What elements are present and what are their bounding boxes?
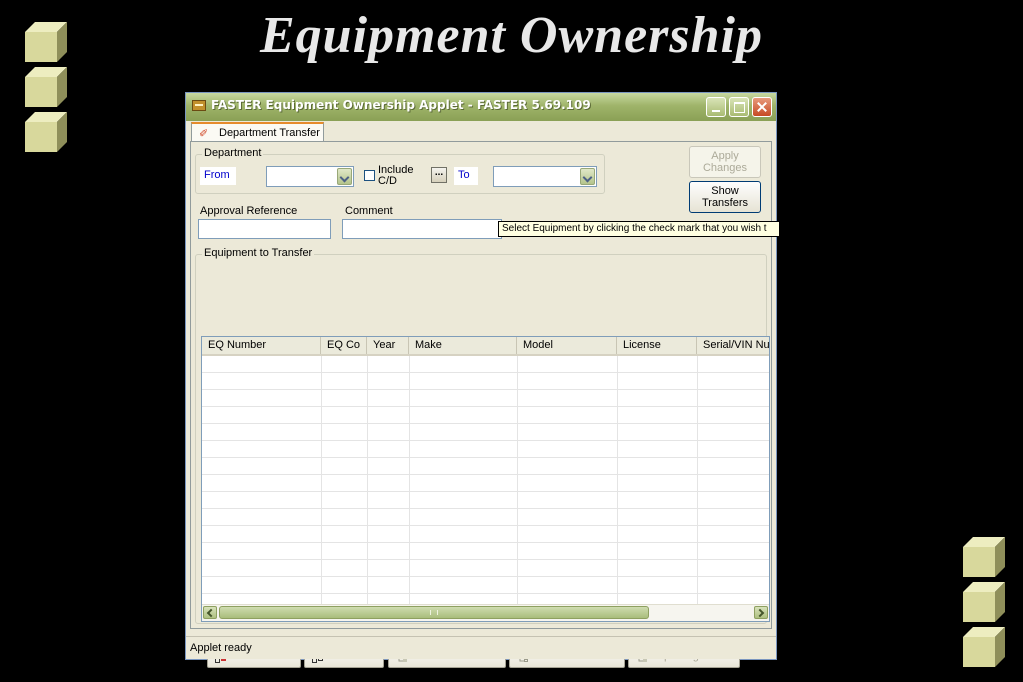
column-header-year[interactable]: Year: [367, 337, 409, 354]
applet-window: FASTER Equipment Ownership Applet - FAST…: [185, 92, 777, 668]
tab-panel: Department From Include C/D ... To Apply…: [190, 141, 772, 668]
chevron-down-icon[interactable]: [580, 168, 595, 185]
chevron-down-icon[interactable]: [337, 168, 352, 185]
column-divider: [409, 356, 410, 621]
comment-input[interactable]: [342, 219, 502, 239]
paperclip-icon: ✐: [199, 128, 209, 140]
to-combobox[interactable]: [493, 166, 597, 187]
column-divider: [697, 356, 698, 621]
column-header-eq-co[interactable]: EQ Co: [321, 337, 367, 354]
column-divider: [617, 356, 618, 621]
department-group: Department From Include C/D ... To: [195, 147, 605, 194]
column-divider: [367, 356, 368, 621]
decorative-cube-icon: [25, 67, 67, 107]
horizontal-scrollbar[interactable]: [202, 604, 769, 621]
from-label: From: [200, 167, 236, 185]
table-row[interactable]: [202, 407, 769, 424]
tooltip: Select Equipment by clicking the check m…: [498, 221, 780, 237]
status-bar: Applet ready: [186, 636, 776, 659]
table-row[interactable]: [202, 543, 769, 560]
table-row[interactable]: [202, 390, 769, 407]
comment-label: Comment: [345, 205, 393, 217]
scroll-right-icon[interactable]: [754, 606, 768, 619]
table-row[interactable]: [202, 560, 769, 577]
window-title: FASTER Equipment Ownership Applet - FAST…: [211, 98, 591, 112]
decorative-cube-icon: [963, 627, 1005, 667]
decorative-cube-icon: [25, 112, 67, 152]
decorative-cube-icon: [25, 22, 67, 62]
decorative-cube-icon: [963, 537, 1005, 577]
close-button[interactable]: [752, 97, 772, 117]
tab-department-transfer[interactable]: ✐ Department Transfer: [191, 122, 324, 142]
window-titlebar[interactable]: FASTER Equipment Ownership Applet - FAST…: [186, 93, 776, 121]
table-row[interactable]: [202, 441, 769, 458]
table-row[interactable]: [202, 356, 769, 373]
include-cd-label: Include C/D: [378, 164, 414, 187]
status-text: Applet ready: [190, 642, 252, 654]
equipment-legend: Equipment to Transfer: [202, 247, 315, 259]
column-divider: [321, 356, 322, 621]
scroll-left-icon[interactable]: [203, 606, 217, 619]
tab-label: Department Transfer: [219, 127, 320, 139]
table-row[interactable]: [202, 577, 769, 594]
table-row[interactable]: [202, 458, 769, 475]
column-header-eq-number[interactable]: EQ Number: [202, 337, 321, 354]
browse-button[interactable]: ...: [431, 167, 447, 183]
column-header-make[interactable]: Make: [409, 337, 517, 354]
approval-reference-label: Approval Reference: [200, 205, 298, 217]
column-header-serial-vin[interactable]: Serial/VIN Nur: [697, 337, 769, 354]
table-row[interactable]: [202, 509, 769, 526]
minimize-button[interactable]: [706, 97, 726, 117]
apply-changes-button[interactable]: Apply Changes: [689, 146, 761, 178]
table-row[interactable]: [202, 424, 769, 441]
equipment-grid[interactable]: EQ Number EQ Co Year Make Model License …: [201, 336, 770, 622]
grid-header: EQ Number EQ Co Year Make Model License …: [202, 337, 769, 356]
department-legend: Department: [202, 147, 264, 159]
column-header-license[interactable]: License: [617, 337, 697, 354]
app-icon: [192, 100, 206, 111]
to-label: To: [454, 167, 478, 185]
approval-reference-input[interactable]: [198, 219, 331, 239]
slide-title: Equipment Ownership: [259, 7, 764, 64]
column-header-model[interactable]: Model: [517, 337, 617, 354]
maximize-button[interactable]: [729, 97, 749, 117]
show-transfers-button[interactable]: Show Transfers: [689, 181, 761, 213]
scrollbar-thumb[interactable]: [219, 606, 649, 619]
decorative-cube-icon: [963, 582, 1005, 622]
include-cd-checkbox[interactable]: [364, 170, 375, 181]
table-row[interactable]: [202, 475, 769, 492]
from-combobox[interactable]: [266, 166, 354, 187]
column-divider: [517, 356, 518, 621]
table-row[interactable]: [202, 492, 769, 509]
table-row[interactable]: [202, 526, 769, 543]
table-row[interactable]: [202, 373, 769, 390]
